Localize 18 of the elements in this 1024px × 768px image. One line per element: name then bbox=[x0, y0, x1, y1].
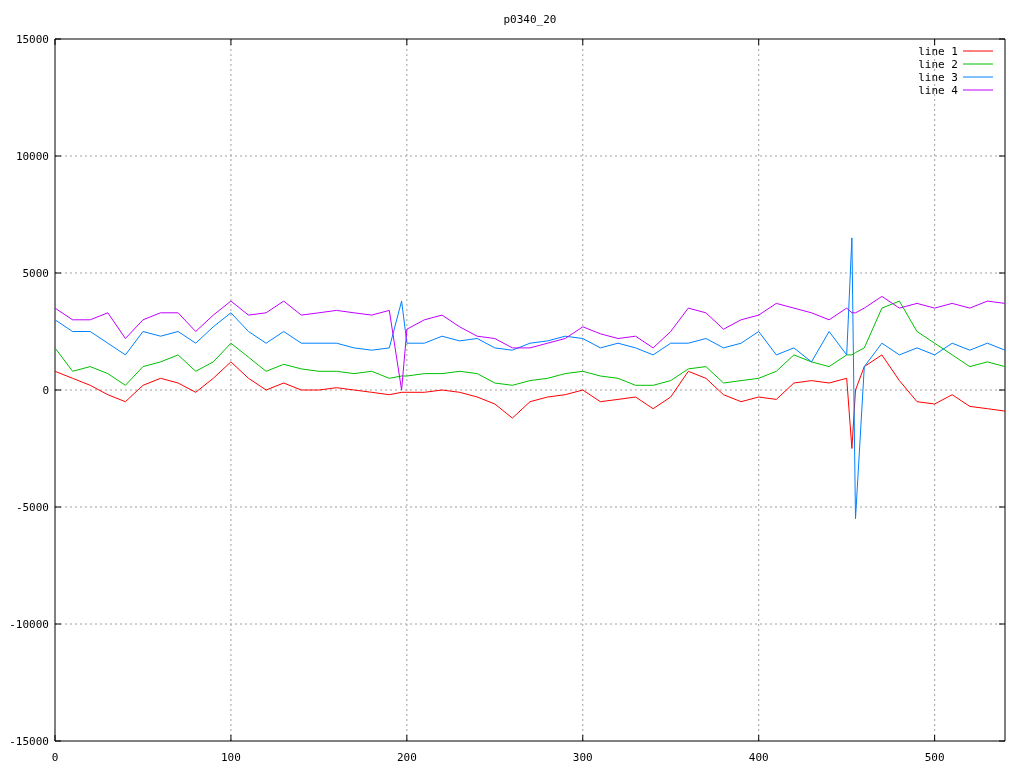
y-tick-label: 10000 bbox=[15, 150, 49, 163]
legend-label: line 3 bbox=[918, 71, 958, 84]
y-tick-label: 15000 bbox=[15, 33, 49, 46]
chart-title: p0340_20 bbox=[503, 13, 557, 26]
x-tick-label: 500 bbox=[924, 751, 945, 764]
y-tick-label: 5000 bbox=[22, 267, 49, 280]
x-tick-label: 300 bbox=[572, 751, 593, 764]
legend-label: line 1 bbox=[918, 45, 958, 58]
legend-label: line 2 bbox=[918, 58, 958, 71]
y-tick-label: -5000 bbox=[15, 501, 49, 514]
x-tick-label: 0 bbox=[51, 751, 59, 764]
x-tick-label: 400 bbox=[748, 751, 769, 764]
y-tick-label: -10000 bbox=[9, 618, 49, 631]
legend-label: line 4 bbox=[918, 84, 958, 97]
x-tick-label: 200 bbox=[396, 751, 417, 764]
y-tick-label: -15000 bbox=[9, 735, 49, 748]
x-tick-label: 100 bbox=[221, 751, 241, 764]
y-tick-label: 0 bbox=[42, 384, 49, 397]
